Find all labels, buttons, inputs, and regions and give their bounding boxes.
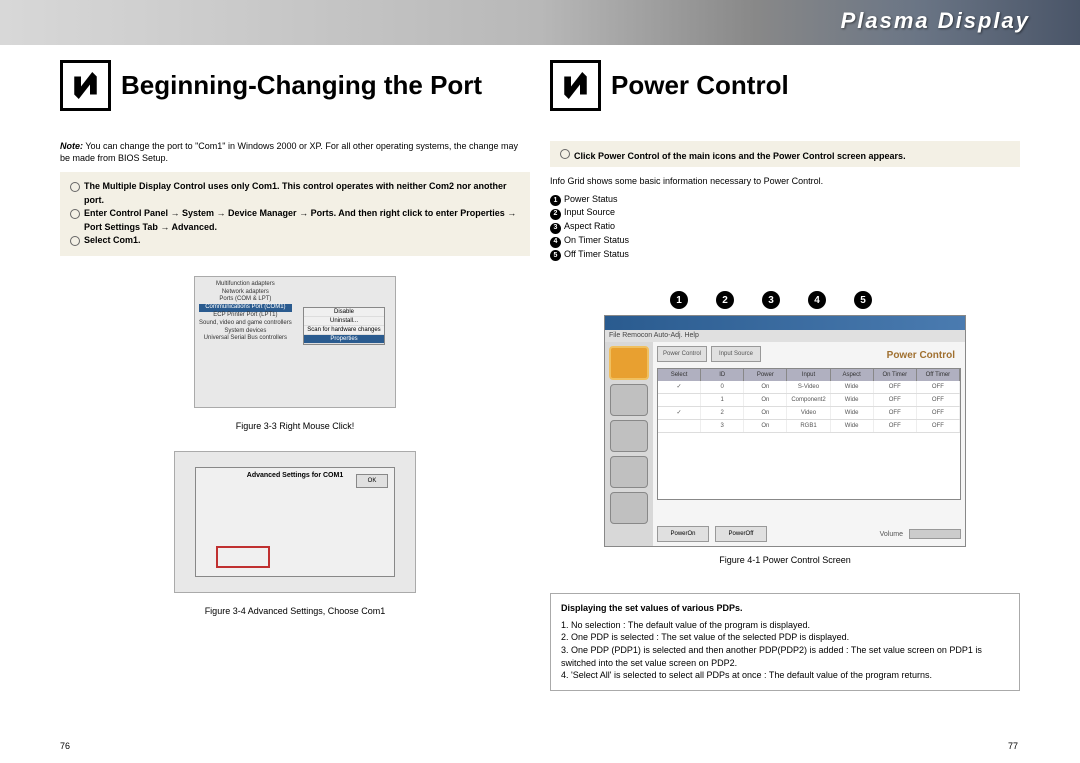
table-row: ✓2OnVideoWideOFFOFF (658, 407, 960, 420)
com-select-highlight (216, 546, 270, 568)
panel-title: Power Control (887, 350, 955, 361)
info-grid: SelectIDPowerInputAspectOn TimerOff Time… (657, 368, 961, 500)
callout-numbers: 1 2 3 4 5 (550, 291, 1020, 309)
right-page: Power Control Click Power Control of the… (540, 45, 1030, 706)
figure-3-3: Multifunction adapters Network adapters … (60, 276, 530, 431)
left-title: Beginning-Changing the Port (121, 70, 482, 101)
sidebar-power-control[interactable] (609, 346, 649, 380)
numbered-list: 1Power Status 2Input Source 3Aspect Rati… (550, 193, 1020, 262)
info-box-right: Click Power Control of the main icons an… (550, 141, 1020, 167)
ok-button[interactable]: OK (356, 474, 388, 488)
section-icon-arrows (550, 60, 601, 111)
app-titlebar (605, 316, 965, 330)
left-page: Beginning-Changing the Port Note: You ca… (50, 45, 540, 706)
sidebar-time[interactable] (610, 456, 648, 488)
header-banner: Plasma Display (0, 0, 1080, 45)
table-row: 1OnComponent2WideOFFOFF (658, 394, 960, 407)
power-off-button[interactable]: PowerOff (715, 526, 767, 542)
power-on-button[interactable]: PowerOn (657, 526, 709, 542)
sidebar-input-source[interactable] (610, 384, 648, 416)
tab-power-control[interactable]: Power Control (657, 346, 707, 362)
fig-caption-right: Figure 4-1 Power Control Screen (550, 555, 1020, 565)
app-menubar: File Remocon Auto-Adj. Help (605, 330, 965, 342)
table-row: 3OnRGB1WideOFFOFF (658, 420, 960, 433)
table-row: ✓0OnS-VideoWideOFFOFF (658, 381, 960, 394)
page-number-left: 76 (60, 741, 70, 751)
sidebar-settings[interactable] (610, 492, 648, 524)
info-box-left: The Multiple Display Control uses only C… (60, 172, 530, 256)
right-title: Power Control (611, 70, 789, 101)
sidebar-aspect[interactable] (610, 420, 648, 452)
volume-slider[interactable] (909, 529, 961, 539)
note-line: Note: You can change the port to "Com1" … (60, 141, 530, 164)
page-number-right: 77 (1008, 741, 1018, 751)
section-icon-arrows (60, 60, 111, 111)
brand-title: Plasma Display (841, 8, 1030, 34)
volume-label: Volume (880, 531, 903, 538)
context-menu: Disable Uninstall... Scan for hardware c… (303, 307, 385, 345)
app-sidebar (605, 342, 653, 546)
app-screenshot: File Remocon Auto-Adj. Help Power Contro… (604, 315, 966, 547)
intro-text: Info Grid shows some basic information n… (550, 175, 1020, 189)
tab-input-source[interactable]: Input Source (711, 346, 761, 362)
display-values-box: Displaying the set values of various PDP… (550, 593, 1020, 691)
figure-3-4: Advanced Settings for COM1 OK Figure 3-4… (60, 451, 530, 616)
